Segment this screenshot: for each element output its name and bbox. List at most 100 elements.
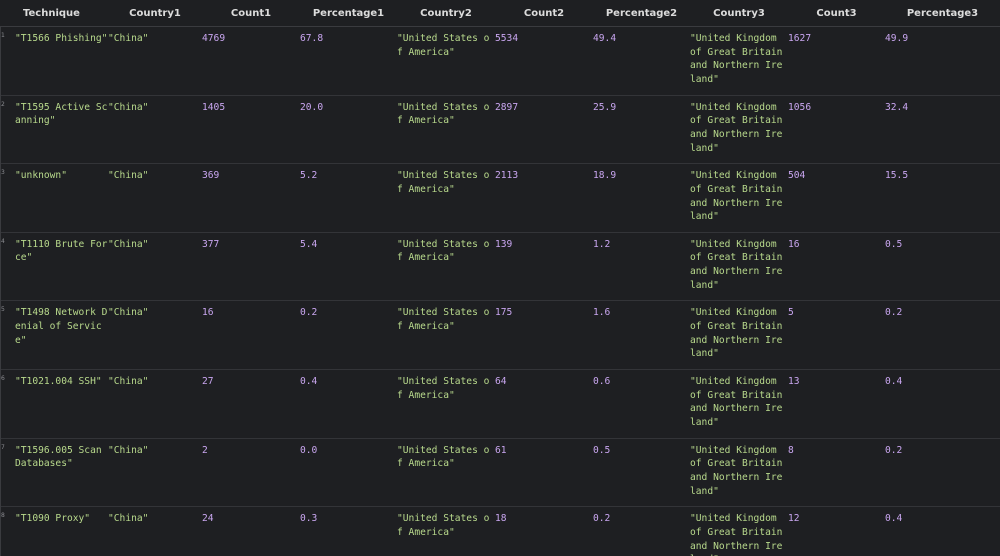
column-header-count1[interactable]: Count1 [202,0,300,27]
cell-percentage2[interactable]: 49.4 [593,26,690,96]
cell-country1[interactable]: "China" [108,300,202,370]
cell-count3[interactable]: 8 [788,438,885,508]
cell-country3[interactable]: "United Kingdom of Great Britain and Nor… [690,26,788,96]
column-header-country3[interactable]: Country3 [690,0,788,27]
cell-country2[interactable]: "United States of America" [397,26,495,96]
row-number: 8 [1,512,5,520]
cell-count1[interactable]: 2 [202,438,300,508]
cell-country3[interactable]: "United Kingdom of Great Britain and Nor… [690,438,788,508]
cell-country3[interactable]: "United Kingdom of Great Britain and Nor… [690,506,788,556]
table-row[interactable]: 2 "T1595 Active Scanning" "China" 1405 20… [0,95,1000,165]
cell-percentage2[interactable]: 1.6 [593,300,690,370]
cell-count2[interactable]: 61 [495,438,593,508]
cell-technique[interactable]: 8 "T1090 Proxy" [0,506,108,556]
cell-percentage1[interactable]: 5.4 [300,232,397,302]
cell-country1[interactable]: "China" [108,95,202,165]
cell-count2[interactable]: 5534 [495,26,593,96]
cell-technique[interactable]: 7 "T1596.005 Scan Databases" [0,438,108,508]
cell-count1[interactable]: 27 [202,369,300,439]
cell-percentage1[interactable]: 67.8 [300,26,397,96]
cell-technique[interactable]: 3 "unknown" [0,163,108,233]
cell-country3[interactable]: "United Kingdom of Great Britain and Nor… [690,300,788,370]
cell-count2[interactable]: 64 [495,369,593,439]
column-header-percentage1[interactable]: Percentage1 [300,0,397,27]
column-header-percentage3[interactable]: Percentage3 [885,0,1000,27]
column-header-technique[interactable]: Technique [0,0,108,27]
cell-percentage3[interactable]: 0.2 [885,438,1000,508]
table-row[interactable]: 6 "T1021.004 SSH" "China" 27 0.4 "United … [0,369,1000,439]
cell-country1[interactable]: "China" [108,163,202,233]
cell-country2[interactable]: "United States of America" [397,369,495,439]
cell-count2[interactable]: 175 [495,300,593,370]
cell-country2[interactable]: "United States of America" [397,438,495,508]
cell-percentage3[interactable]: 32.4 [885,95,1000,165]
cell-country3[interactable]: "United Kingdom of Great Britain and Nor… [690,232,788,302]
table-row[interactable]: 5 "T1498 Network Denial of Service" "Chin… [0,300,1000,370]
table-row[interactable]: 3 "unknown" "China" 369 5.2 "United State… [0,163,1000,233]
cell-percentage1[interactable]: 0.0 [300,438,397,508]
cell-technique[interactable]: 5 "T1498 Network Denial of Service" [0,300,108,370]
cell-count1[interactable]: 16 [202,300,300,370]
table-row[interactable]: 8 "T1090 Proxy" "China" 24 0.3 "United St… [0,506,1000,556]
cell-count2[interactable]: 139 [495,232,593,302]
cell-percentage2[interactable]: 18.9 [593,163,690,233]
cell-percentage2[interactable]: 25.9 [593,95,690,165]
cell-percentage3[interactable]: 49.9 [885,26,1000,96]
cell-count3[interactable]: 1056 [788,95,885,165]
cell-count1[interactable]: 369 [202,163,300,233]
cell-technique[interactable]: 6 "T1021.004 SSH" [0,369,108,439]
cell-percentage1[interactable]: 0.3 [300,506,397,556]
cell-country3[interactable]: "United Kingdom of Great Britain and Nor… [690,369,788,439]
column-header-count2[interactable]: Count2 [495,0,593,27]
column-header-country2[interactable]: Country2 [397,0,495,27]
cell-count1[interactable]: 4769 [202,26,300,96]
cell-count2[interactable]: 18 [495,506,593,556]
cell-country2[interactable]: "United States of America" [397,300,495,370]
cell-percentage2[interactable]: 1.2 [593,232,690,302]
cell-count2[interactable]: 2897 [495,95,593,165]
cell-percentage3[interactable]: 0.2 [885,300,1000,370]
cell-percentage1[interactable]: 0.4 [300,369,397,439]
cell-country1[interactable]: "China" [108,26,202,96]
cell-country1[interactable]: "China" [108,232,202,302]
cell-percentage2[interactable]: 0.6 [593,369,690,439]
cell-country2[interactable]: "United States of America" [397,95,495,165]
cell-percentage2[interactable]: 0.2 [593,506,690,556]
cell-count3[interactable]: 1627 [788,26,885,96]
cell-count3[interactable]: 12 [788,506,885,556]
cell-percentage2[interactable]: 0.5 [593,438,690,508]
table-row[interactable]: 4 "T1110 Brute Force" "China" 377 5.4 "Un… [0,232,1000,302]
cell-count1[interactable]: 377 [202,232,300,302]
cell-technique[interactable]: 4 "T1110 Brute Force" [0,232,108,302]
cell-technique[interactable]: 2 "T1595 Active Scanning" [0,95,108,165]
cell-count2[interactable]: 2113 [495,163,593,233]
cell-technique[interactable]: 1 "T1566 Phishing" [0,26,108,96]
cell-country2[interactable]: "United States of America" [397,506,495,556]
cell-percentage3[interactable]: 0.4 [885,369,1000,439]
cell-percentage3[interactable]: 0.4 [885,506,1000,556]
column-header-count3[interactable]: Count3 [788,0,885,27]
cell-count3[interactable]: 13 [788,369,885,439]
cell-country2[interactable]: "United States of America" [397,163,495,233]
column-header-country1[interactable]: Country1 [108,0,202,27]
cell-country2[interactable]: "United States of America" [397,232,495,302]
cell-percentage3[interactable]: 0.5 [885,232,1000,302]
cell-country3[interactable]: "United Kingdom of Great Britain and Nor… [690,163,788,233]
table-row[interactable]: 1 "T1566 Phishing" "China" 4769 67.8 "Uni… [0,26,1000,96]
cell-percentage3[interactable]: 15.5 [885,163,1000,233]
cell-count3[interactable]: 5 [788,300,885,370]
cell-percentage1[interactable]: 20.0 [300,95,397,165]
cell-country3[interactable]: "United Kingdom of Great Britain and Nor… [690,95,788,165]
cell-count1[interactable]: 1405 [202,95,300,165]
column-header-percentage2[interactable]: Percentage2 [593,0,690,27]
cell-count3[interactable]: 504 [788,163,885,233]
cell-percentage1[interactable]: 0.2 [300,300,397,370]
cell-country1[interactable]: "China" [108,438,202,508]
cell-count3[interactable]: 16 [788,232,885,302]
cell-count1[interactable]: 24 [202,506,300,556]
cell-percentage1[interactable]: 5.2 [300,163,397,233]
cell-country1[interactable]: "China" [108,369,202,439]
data-table-view: Technique Country1 Count1 Percentage1 Co… [0,0,1000,556]
table-row[interactable]: 7 "T1596.005 Scan Databases" "China" 2 0.… [0,438,1000,508]
cell-country1[interactable]: "China" [108,506,202,556]
